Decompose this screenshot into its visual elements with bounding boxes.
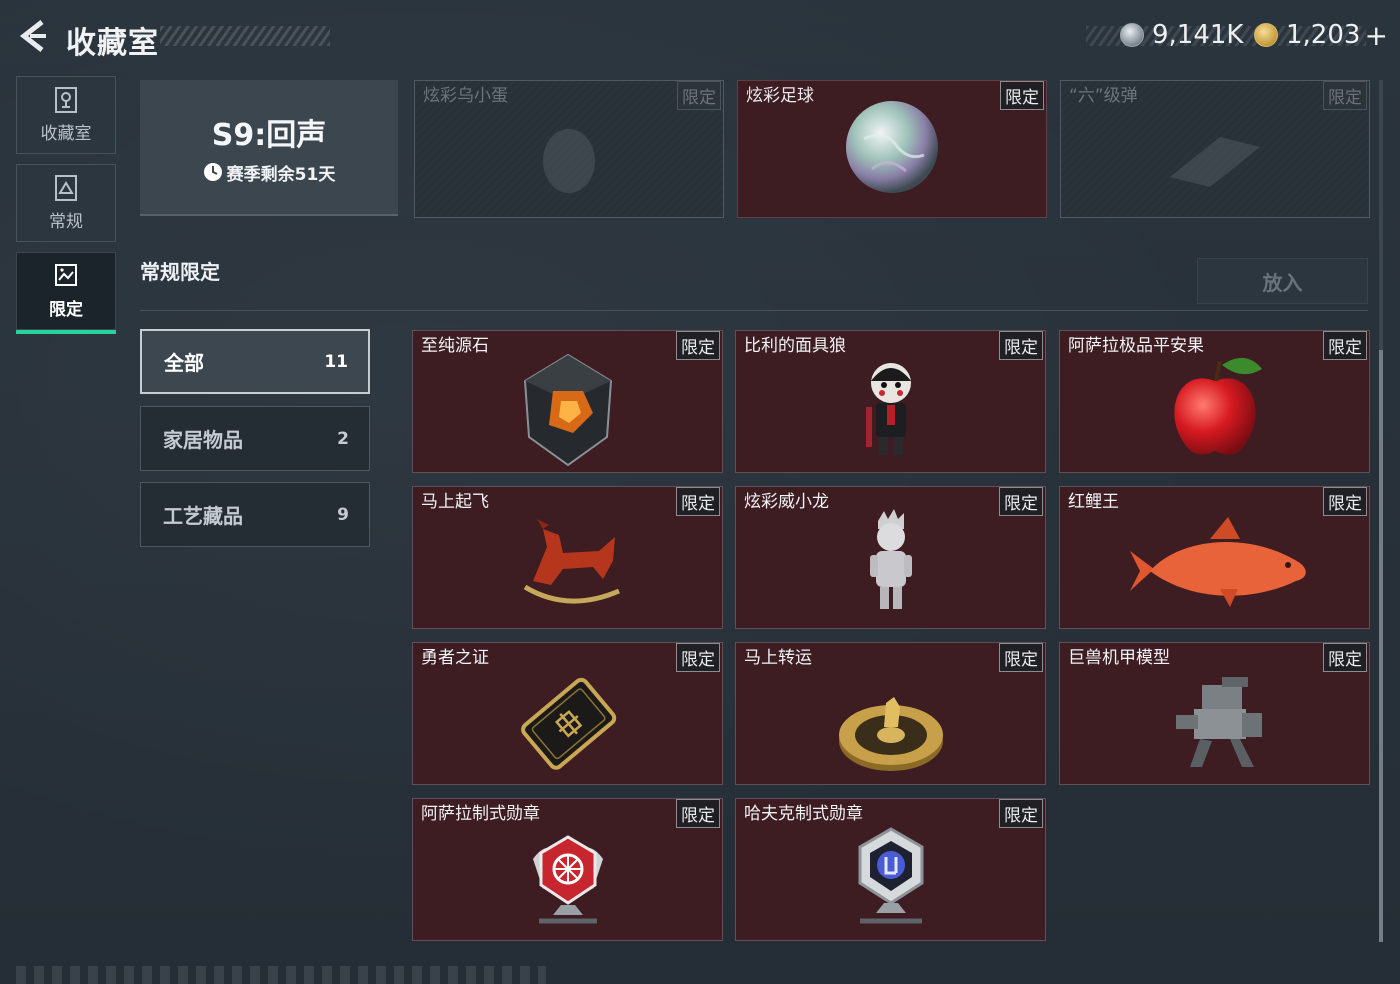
category-count: 9 bbox=[337, 504, 349, 525]
item-card[interactable]: 炫彩威小龙 限定 bbox=[735, 486, 1046, 629]
category-label: 家居物品 bbox=[163, 428, 243, 452]
bottom-blurred-strip bbox=[16, 966, 546, 984]
gold-coin-icon bbox=[1254, 23, 1278, 47]
limited-tag: 限定 bbox=[676, 331, 720, 360]
item-name: 炫彩乌小蛋 bbox=[423, 86, 508, 106]
silver-coin-icon bbox=[1120, 23, 1144, 47]
puppet-icon bbox=[865, 363, 911, 455]
item-card[interactable]: 马上转运 限定 bbox=[735, 642, 1046, 785]
limited-tag: 限定 bbox=[677, 81, 721, 110]
season-name: S9:回声 bbox=[211, 117, 327, 153]
limited-tag: 限定 bbox=[999, 643, 1043, 672]
back-arrow-icon[interactable] bbox=[16, 18, 50, 54]
apple-icon bbox=[1173, 357, 1262, 455]
trophy-icon bbox=[55, 86, 77, 113]
category-label: 全部 bbox=[164, 351, 204, 375]
mech-icon bbox=[1175, 677, 1262, 767]
item-card[interactable]: 巨兽机甲模型 限定 bbox=[1059, 642, 1370, 785]
limited-tag: 限定 bbox=[676, 487, 720, 516]
item-name: 马上转运 bbox=[744, 648, 812, 668]
clock-icon bbox=[203, 163, 222, 181]
category-all[interactable]: 全部 11 bbox=[140, 329, 370, 394]
football-icon bbox=[846, 101, 938, 193]
item-name: 炫彩足球 bbox=[746, 86, 814, 106]
season-card: S9:回声 赛季剩余51天 bbox=[140, 80, 398, 216]
gallery-icon bbox=[55, 263, 77, 286]
limited-tag: 限定 bbox=[676, 799, 720, 828]
nav-item-limited[interactable]: 限定 bbox=[16, 252, 116, 334]
nav-item-collection[interactable]: 收藏室 bbox=[16, 76, 116, 154]
nav-label: 限定 bbox=[49, 299, 83, 320]
item-card[interactable]: 至纯源石 限定 bbox=[412, 330, 723, 473]
category-crafts[interactable]: 工艺藏品 9 bbox=[140, 482, 370, 547]
card-icon bbox=[520, 677, 616, 770]
category-count: 11 bbox=[324, 351, 348, 372]
section-divider bbox=[140, 310, 1368, 311]
top-item-card[interactable]: 炫彩足球 限定 bbox=[737, 80, 1047, 218]
item-card[interactable]: 阿萨拉制式勋章 限定 bbox=[412, 798, 723, 941]
nav-label: 收藏室 bbox=[40, 123, 92, 144]
nav-item-regular[interactable]: 常规 bbox=[16, 164, 116, 242]
add-currency-button[interactable]: + bbox=[1364, 19, 1387, 52]
item-card[interactable]: 阿萨拉极品平安果 限定 bbox=[1059, 330, 1370, 473]
silver-currency-value: 9,141K bbox=[1152, 20, 1244, 50]
limited-tag: 限定 bbox=[999, 799, 1043, 828]
item-name: “六”级弹 bbox=[1069, 86, 1138, 106]
item-name: 马上起飞 bbox=[421, 492, 489, 512]
limited-tag: 限定 bbox=[999, 331, 1043, 360]
silver-medal-icon bbox=[858, 827, 923, 924]
section-title: 常规限定 bbox=[140, 260, 220, 284]
gold-currency[interactable]: 1,203 + bbox=[1254, 18, 1388, 52]
item-card[interactable]: 勇者之证 限定 bbox=[412, 642, 723, 785]
item-name: 炫彩威小龙 bbox=[744, 492, 829, 512]
item-card[interactable]: 哈夫克制式勋章 限定 bbox=[735, 798, 1046, 941]
roulette-icon bbox=[838, 697, 943, 771]
put-in-button[interactable]: 放入 bbox=[1197, 258, 1368, 304]
item-card[interactable]: 马上起飞 限定 bbox=[412, 486, 723, 629]
rocking-horse-icon bbox=[523, 519, 620, 604]
season-remaining: 赛季剩余51天 bbox=[203, 160, 336, 185]
top-item-card[interactable]: “六”级弹 限定 bbox=[1060, 80, 1370, 218]
projectile-icon bbox=[1170, 137, 1260, 187]
picture-icon bbox=[55, 174, 77, 201]
title-decoration bbox=[160, 26, 330, 46]
category-count: 2 bbox=[337, 428, 349, 449]
limited-tag: 限定 bbox=[1000, 81, 1044, 110]
limited-tag: 限定 bbox=[999, 487, 1043, 516]
top-item-card[interactable]: 炫彩乌小蛋 限定 bbox=[414, 80, 724, 218]
limited-tag: 限定 bbox=[1323, 331, 1367, 360]
limited-tag: 限定 bbox=[1323, 487, 1367, 516]
season-remaining-text: 赛季剩余51天 bbox=[226, 164, 336, 185]
item-card[interactable]: 红鲤王 限定 bbox=[1059, 486, 1370, 629]
gold-currency-value: 1,203 bbox=[1286, 20, 1361, 50]
category-label: 工艺藏品 bbox=[163, 504, 243, 528]
item-name: 至纯源石 bbox=[421, 336, 489, 356]
limited-tag: 限定 bbox=[1323, 643, 1367, 672]
egg-icon bbox=[543, 129, 595, 193]
red-medal-icon bbox=[532, 835, 603, 924]
limited-tag: 限定 bbox=[676, 643, 720, 672]
nav-label: 常规 bbox=[49, 211, 83, 232]
figurine-icon bbox=[869, 509, 912, 609]
item-card[interactable]: 比利的面具狼 限定 bbox=[735, 330, 1046, 473]
limited-tag: 限定 bbox=[1323, 81, 1367, 110]
silver-currency: 9,141K bbox=[1120, 18, 1243, 52]
carp-icon bbox=[1129, 517, 1306, 607]
item-name: 勇者之证 bbox=[421, 648, 489, 668]
page-title: 收藏室 bbox=[66, 26, 159, 61]
category-household[interactable]: 家居物品 2 bbox=[140, 406, 370, 471]
gem-icon bbox=[523, 353, 612, 467]
scrollbar-thumb[interactable] bbox=[1379, 350, 1383, 942]
